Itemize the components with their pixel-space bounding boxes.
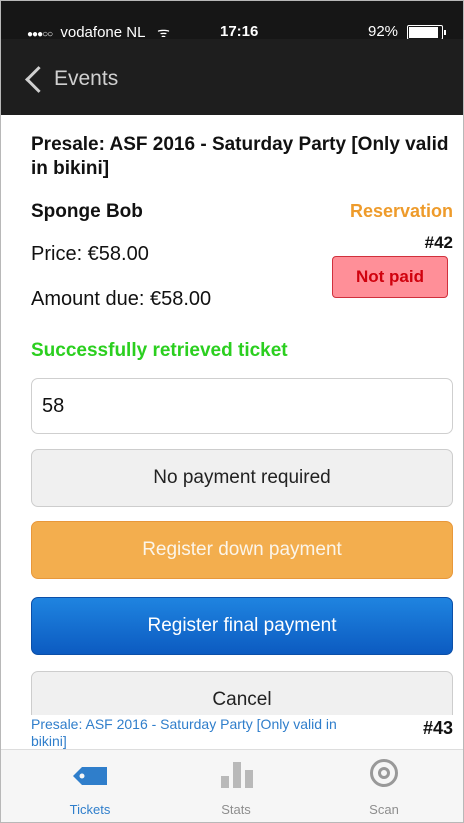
battery-icon [407, 25, 446, 40]
next-ticket-number: #43 [422, 718, 453, 738]
no-payment-button[interactable]: No payment required [31, 449, 453, 507]
tab-label-scan: Scan [369, 802, 399, 817]
payment-status-badge: Not paid [332, 256, 448, 298]
clock: 17:16 [220, 23, 259, 40]
app-screen: ●●●○○ vodafone NL ᯤ 17:16 92% Events Pre… [0, 0, 464, 823]
tab-bar: Tickets Stats Scan [1, 749, 463, 822]
customer-name: Sponge Bob [31, 201, 143, 222]
final-payment-button[interactable]: Register final payment [31, 597, 453, 655]
back-label: Events [54, 67, 119, 90]
chevron-left-icon [25, 65, 52, 93]
ticket-details: Presale: ASF 2016 - Saturday Party [Only… [1, 115, 463, 715]
cancel-button[interactable]: Cancel [31, 671, 453, 715]
scan-icon [370, 759, 398, 787]
status-bar: ●●●○○ vodafone NL ᯤ 17:16 92% [1, 1, 463, 41]
stats-icon [221, 762, 255, 788]
down-payment-button[interactable]: Register down payment [31, 521, 453, 579]
amount-due: Amount due: €58.00 [31, 288, 212, 310]
ticket-price: Price: €58.00 [31, 243, 149, 265]
next-ticket-title: Presale: ASF 2016 - Saturday Party [Only… [31, 716, 337, 749]
tab-scan[interactable]: Scan [307, 750, 461, 822]
ticket-icon [73, 767, 107, 785]
ticket-type: Reservation [349, 201, 453, 221]
battery-percentage: 92% [368, 23, 399, 40]
success-message: Successfully retrieved ticket [31, 340, 288, 361]
ticket-number: #42 [424, 233, 453, 252]
tab-label-stats: Stats [221, 802, 251, 817]
tab-tickets[interactable]: Tickets [13, 750, 167, 822]
next-ticket-row[interactable]: Presale: ASF 2016 - Saturday Party [Only… [1, 715, 463, 749]
payment-amount-input[interactable] [31, 378, 453, 434]
tab-label-tickets: Tickets [69, 802, 111, 817]
tab-stats[interactable]: Stats [159, 750, 313, 822]
navigation-bar: Events [1, 39, 463, 115]
back-button[interactable]: Events [25, 65, 119, 93]
event-title: Presale: ASF 2016 - Saturday Party [Only… [31, 134, 449, 179]
wifi-icon: ᯤ [157, 24, 170, 40]
